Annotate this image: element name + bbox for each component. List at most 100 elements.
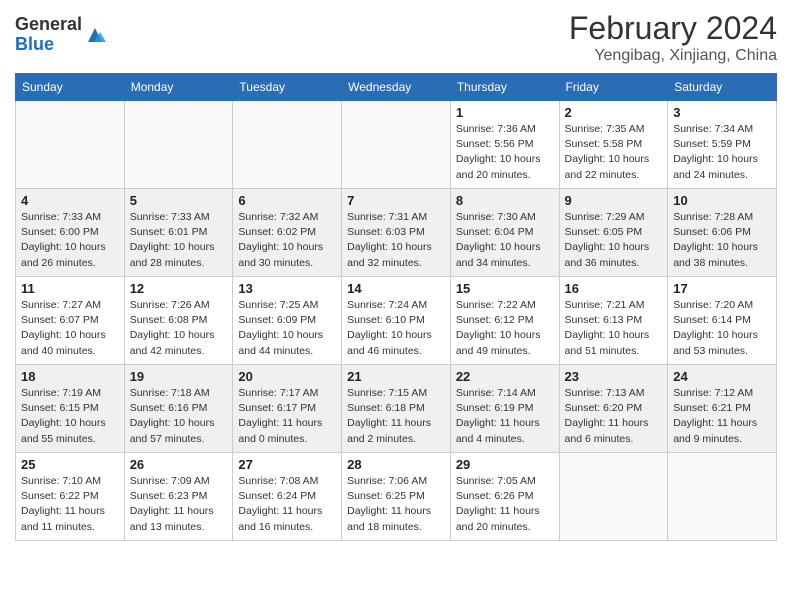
calendar-cell: 9 Sunrise: 7:29 AMSunset: 6:05 PMDaylight… [559, 189, 668, 277]
calendar-cell [16, 101, 125, 189]
calendar-cell [124, 101, 233, 189]
calendar-cell: 24 Sunrise: 7:12 AMSunset: 6:21 PMDayligh… [668, 365, 777, 453]
day-info: Sunrise: 7:33 AMSunset: 6:00 PMDaylight:… [21, 210, 119, 271]
day-info: Sunrise: 7:15 AMSunset: 6:18 PMDaylight:… [347, 386, 445, 447]
calendar-cell: 11 Sunrise: 7:27 AMSunset: 6:07 PMDayligh… [16, 277, 125, 365]
header-day-tuesday: Tuesday [233, 74, 342, 101]
title-block: February 2024 Yengibag, Xinjiang, China [569, 10, 777, 65]
header-day-sunday: Sunday [16, 74, 125, 101]
day-info: Sunrise: 7:09 AMSunset: 6:23 PMDaylight:… [130, 474, 228, 535]
week-row-1: 1Sunrise: 7:36 AMSunset: 5:56 PMDaylight… [16, 101, 777, 189]
day-number: 25 [21, 457, 119, 472]
day-number: 15 [456, 281, 554, 296]
day-number: 22 [456, 369, 554, 384]
calendar-cell: 13Sunrise: 7:25 AMSunset: 6:09 PMDayligh… [233, 277, 342, 365]
day-info: Sunrise: 7:14 AMSunset: 6:19 PMDaylight:… [456, 386, 554, 447]
day-number: 18 [21, 369, 119, 384]
day-info: Sunrise: 7:27 AMSunset: 6:07 PMDaylight:… [21, 298, 119, 359]
day-info: Sunrise: 7:13 AMSunset: 6:20 PMDaylight:… [565, 386, 663, 447]
day-number: 19 [130, 369, 228, 384]
location: Yengibag, Xinjiang, China [569, 47, 777, 65]
calendar-cell: 14 Sunrise: 7:24 AMSunset: 6:10 PMDayligh… [342, 277, 451, 365]
calendar-cell: 25 Sunrise: 7:10 AMSunset: 6:22 PMDayligh… [16, 453, 125, 541]
calendar-body: 1Sunrise: 7:36 AMSunset: 5:56 PMDaylight… [16, 101, 777, 541]
logo-blue: Blue [15, 34, 54, 54]
day-info: Sunrise: 7:08 AMSunset: 6:24 PMDaylight:… [238, 474, 336, 535]
day-info: Sunrise: 7:12 AMSunset: 6:21 PMDaylight:… [673, 386, 771, 447]
calendar-cell: 28 Sunrise: 7:06 AMSunset: 6:25 PMDayligh… [342, 453, 451, 541]
logo-general: General [15, 14, 82, 34]
day-info: Sunrise: 7:31 AMSunset: 6:03 PMDaylight:… [347, 210, 445, 271]
day-number: 1 [456, 105, 554, 120]
day-number: 24 [673, 369, 771, 384]
header-day-wednesday: Wednesday [342, 74, 451, 101]
calendar-cell: 19 Sunrise: 7:18 AMSunset: 6:16 PMDayligh… [124, 365, 233, 453]
calendar-cell: 22 Sunrise: 7:14 AMSunset: 6:19 PMDayligh… [450, 365, 559, 453]
day-number: 8 [456, 193, 554, 208]
day-number: 26 [130, 457, 228, 472]
day-info: Sunrise: 7:18 AMSunset: 6:16 PMDaylight:… [130, 386, 228, 447]
calendar-cell: 17 Sunrise: 7:20 AMSunset: 6:14 PMDayligh… [668, 277, 777, 365]
week-row-2: 4 Sunrise: 7:33 AMSunset: 6:00 PMDaylight… [16, 189, 777, 277]
day-number: 4 [21, 193, 119, 208]
day-number: 29 [456, 457, 554, 472]
day-number: 3 [673, 105, 771, 120]
calendar-cell: 4 Sunrise: 7:33 AMSunset: 6:00 PMDaylight… [16, 189, 125, 277]
day-number: 14 [347, 281, 445, 296]
day-info: Sunrise: 7:28 AMSunset: 6:06 PMDaylight:… [673, 210, 771, 271]
month-year: February 2024 [569, 10, 777, 47]
day-number: 11 [21, 281, 119, 296]
calendar-cell: 3Sunrise: 7:34 AMSunset: 5:59 PMDaylight… [668, 101, 777, 189]
day-info: Sunrise: 7:10 AMSunset: 6:22 PMDaylight:… [21, 474, 119, 535]
calendar-cell: 21Sunrise: 7:15 AMSunset: 6:18 PMDayligh… [342, 365, 451, 453]
day-info: Sunrise: 7:24 AMSunset: 6:10 PMDaylight:… [347, 298, 445, 359]
day-number: 2 [565, 105, 663, 120]
day-number: 13 [238, 281, 336, 296]
calendar-cell: 18 Sunrise: 7:19 AMSunset: 6:15 PMDayligh… [16, 365, 125, 453]
calendar-cell: 20Sunrise: 7:17 AMSunset: 6:17 PMDayligh… [233, 365, 342, 453]
day-info: Sunrise: 7:35 AMSunset: 5:58 PMDaylight:… [565, 122, 663, 183]
day-info: Sunrise: 7:26 AMSunset: 6:08 PMDaylight:… [130, 298, 228, 359]
day-number: 9 [565, 193, 663, 208]
day-info: Sunrise: 7:21 AMSunset: 6:13 PMDaylight:… [565, 298, 663, 359]
calendar-cell: 10Sunrise: 7:28 AMSunset: 6:06 PMDayligh… [668, 189, 777, 277]
day-number: 23 [565, 369, 663, 384]
header-day-saturday: Saturday [668, 74, 777, 101]
calendar-cell: 29Sunrise: 7:05 AMSunset: 6:26 PMDayligh… [450, 453, 559, 541]
day-number: 17 [673, 281, 771, 296]
header-day-friday: Friday [559, 74, 668, 101]
week-row-3: 11 Sunrise: 7:27 AMSunset: 6:07 PMDayligh… [16, 277, 777, 365]
calendar-cell: 12Sunrise: 7:26 AMSunset: 6:08 PMDayligh… [124, 277, 233, 365]
calendar-cell: 5 Sunrise: 7:33 AMSunset: 6:01 PMDaylight… [124, 189, 233, 277]
day-info: Sunrise: 7:19 AMSunset: 6:15 PMDaylight:… [21, 386, 119, 447]
calendar-cell [233, 101, 342, 189]
header-day-monday: Monday [124, 74, 233, 101]
header-day-thursday: Thursday [450, 74, 559, 101]
calendar-cell: 2 Sunrise: 7:35 AMSunset: 5:58 PMDaylight… [559, 101, 668, 189]
day-info: Sunrise: 7:29 AMSunset: 6:05 PMDaylight:… [565, 210, 663, 271]
calendar-cell: 27 Sunrise: 7:08 AMSunset: 6:24 PMDayligh… [233, 453, 342, 541]
week-row-5: 25 Sunrise: 7:10 AMSunset: 6:22 PMDayligh… [16, 453, 777, 541]
calendar-cell: 23 Sunrise: 7:13 AMSunset: 6:20 PMDayligh… [559, 365, 668, 453]
day-number: 28 [347, 457, 445, 472]
day-number: 6 [238, 193, 336, 208]
day-info: Sunrise: 7:30 AMSunset: 6:04 PMDaylight:… [456, 210, 554, 271]
day-info: Sunrise: 7:22 AMSunset: 6:12 PMDaylight:… [456, 298, 554, 359]
calendar-cell [342, 101, 451, 189]
day-number: 7 [347, 193, 445, 208]
day-number: 27 [238, 457, 336, 472]
calendar-cell: 6 Sunrise: 7:32 AMSunset: 6:02 PMDaylight… [233, 189, 342, 277]
page-header: General Blue February 2024 Yengibag, Xin… [15, 10, 777, 65]
calendar-table: SundayMondayTuesdayWednesdayThursdayFrid… [15, 73, 777, 541]
calendar-cell: 8 Sunrise: 7:30 AMSunset: 6:04 PMDaylight… [450, 189, 559, 277]
day-info: Sunrise: 7:32 AMSunset: 6:02 PMDaylight:… [238, 210, 336, 271]
day-info: Sunrise: 7:33 AMSunset: 6:01 PMDaylight:… [130, 210, 228, 271]
week-row-4: 18 Sunrise: 7:19 AMSunset: 6:15 PMDayligh… [16, 365, 777, 453]
calendar-cell: 26 Sunrise: 7:09 AMSunset: 6:23 PMDayligh… [124, 453, 233, 541]
day-info: Sunrise: 7:20 AMSunset: 6:14 PMDaylight:… [673, 298, 771, 359]
day-number: 5 [130, 193, 228, 208]
day-number: 20 [238, 369, 336, 384]
calendar-cell: 7 Sunrise: 7:31 AMSunset: 6:03 PMDaylight… [342, 189, 451, 277]
day-info: Sunrise: 7:06 AMSunset: 6:25 PMDaylight:… [347, 474, 445, 535]
calendar-cell: 15 Sunrise: 7:22 AMSunset: 6:12 PMDayligh… [450, 277, 559, 365]
